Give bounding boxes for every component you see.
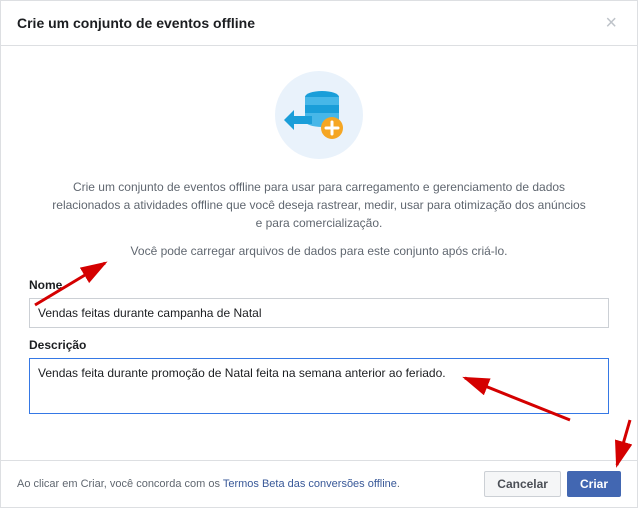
modal-footer: Ao clicar em Criar, você concorda com os… bbox=[1, 460, 637, 507]
terms-suffix: . bbox=[397, 478, 400, 490]
terms-text: Ao clicar em Criar, você concorda com os… bbox=[17, 478, 400, 490]
description-label: Descrição bbox=[29, 338, 609, 352]
modal-body: Crie um conjunto de eventos offline para… bbox=[1, 46, 637, 460]
database-hero-icon bbox=[29, 70, 609, 160]
description-text-1: Crie um conjunto de eventos offline para… bbox=[49, 178, 589, 232]
terms-link[interactable]: Termos Beta das conversões offline bbox=[223, 478, 397, 490]
modal-title: Crie um conjunto de eventos offline bbox=[17, 15, 255, 31]
close-icon[interactable]: × bbox=[601, 13, 621, 33]
name-input[interactable] bbox=[29, 298, 609, 328]
create-button[interactable]: Criar bbox=[567, 471, 621, 497]
description-textarea[interactable] bbox=[29, 358, 609, 414]
terms-prefix: Ao clicar em Criar, você concorda com os bbox=[17, 478, 223, 490]
description-text-2: Você pode carregar arquivos de dados par… bbox=[49, 242, 589, 260]
modal-header: Crie um conjunto de eventos offline × bbox=[1, 1, 637, 46]
name-label: Nome bbox=[29, 278, 609, 292]
cancel-button[interactable]: Cancelar bbox=[484, 471, 561, 497]
footer-buttons: Cancelar Criar bbox=[484, 471, 621, 497]
create-offline-event-set-modal: Crie um conjunto de eventos offline × Cr… bbox=[0, 0, 638, 508]
